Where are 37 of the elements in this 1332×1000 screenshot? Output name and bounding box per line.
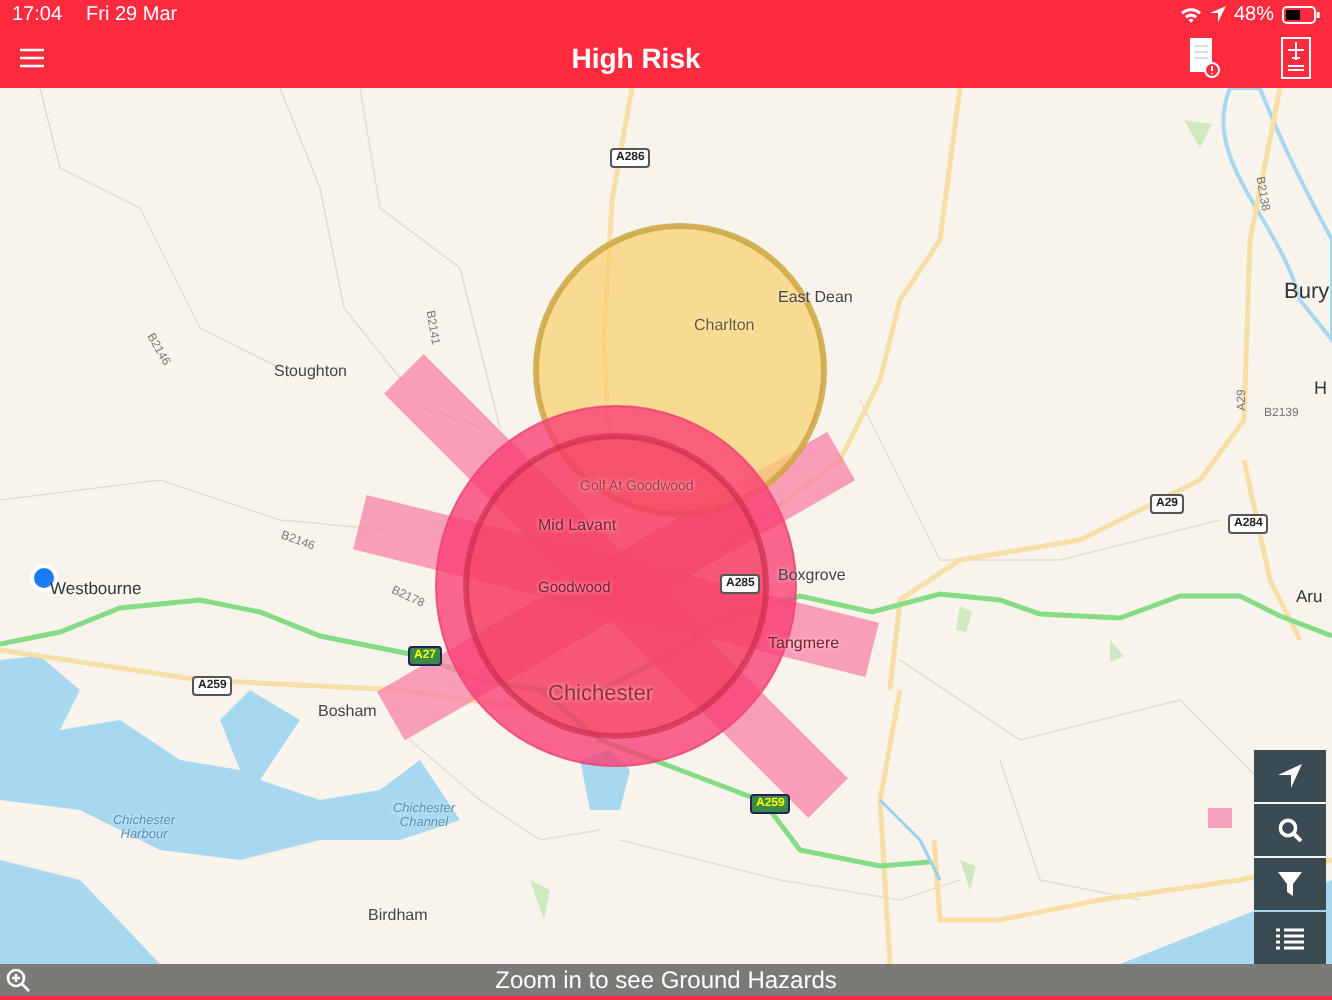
zoom-hint-text: Zoom in to see Ground Hazards [495,966,837,994]
location-arrow-icon [1209,6,1226,22]
park-area [956,606,972,632]
place-label: East Dean [778,290,853,306]
zoom-in-icon [6,968,30,992]
place-label: Mid Lavant [538,518,617,534]
park-area [960,860,976,890]
place-label: Stoughton [274,364,347,380]
park-area [1184,120,1212,148]
list-button[interactable] [1254,912,1326,964]
page-title: High Risk [569,42,703,74]
search-icon [1278,818,1302,842]
place-label: Bury [1284,282,1330,304]
list-icon [1276,927,1304,949]
place-label: Birdham [368,908,428,924]
search-button[interactable] [1254,804,1326,856]
wifi-icon [1179,5,1202,23]
status-date: Fri 29 Mar [86,3,178,25]
place-label: Charlton [694,318,755,334]
menu-button[interactable] [20,48,44,68]
place-label: H [1314,380,1327,398]
report-button[interactable] [1188,36,1220,80]
filter-icon [1278,872,1302,896]
locate-button[interactable] [1254,750,1326,802]
place-label: Chichester [548,684,654,706]
filter-button[interactable] [1254,858,1326,910]
hazard-marker [1208,808,1232,828]
status-time: 17:04 [12,3,63,25]
flight-plan-button[interactable] [1280,36,1312,80]
place-label: Aru [1296,588,1323,605]
battery-percentage: 48% [1233,3,1274,25]
park-area [530,880,550,920]
park-area [1110,640,1124,662]
place-label: Bosham [318,704,377,720]
battery-icon [1282,5,1320,23]
location-arrow-icon [1278,764,1302,788]
place-label: Westbourne [50,580,142,597]
